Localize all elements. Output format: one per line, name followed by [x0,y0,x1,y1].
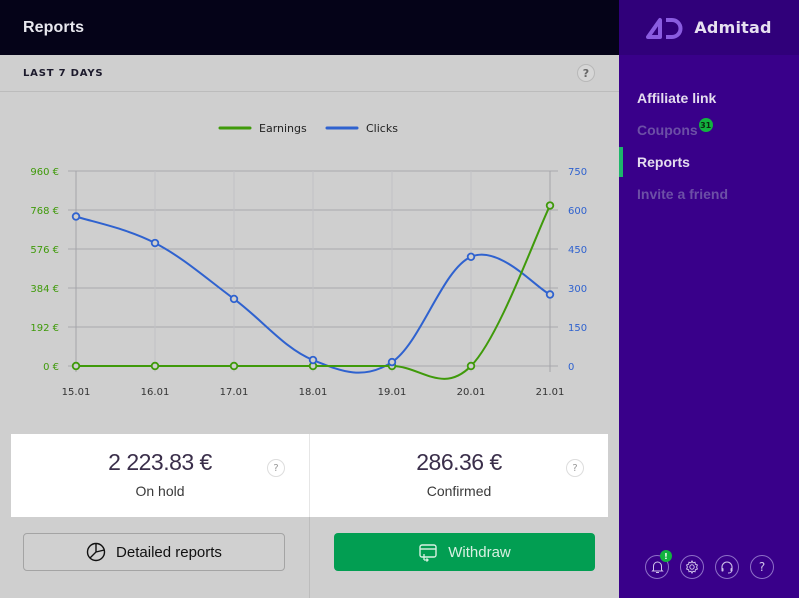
sidebar-item-affiliate-link[interactable]: Affiliate link [619,82,799,114]
y-right-tick-label: 600 [568,206,587,217]
chart-legend: Earnings Clicks [218,122,398,135]
period-label: LAST 7 DAYS [23,67,104,79]
x-tick-label: 19.01 [378,387,407,398]
data-point-clicks [150,238,160,248]
sidebar-item-coupons[interactable]: Coupons 31 [619,114,799,146]
y-right-tick-label: 750 [568,167,587,178]
data-point-clicks [387,357,397,367]
main-panel: Reports LAST 7 DAYS ? Earnings Clicks 0 €… [0,0,619,598]
y-left-tick-label: 768 € [30,206,59,217]
question-icon: ? [758,560,766,574]
withdraw-button[interactable]: Withdraw [334,533,595,571]
sidebar-item-invite-a-friend[interactable]: Invite a friend [619,178,799,210]
confirmed-card: 286.36 € Confirmed ? [309,434,608,517]
chart-svg: Earnings Clicks 0 € 192 € 384 € 576 € 768 € 96… [30,122,587,398]
confirmed-amount: 286.36 € [416,448,502,475]
support-button[interactable] [715,555,739,579]
on-hold-card: 2 223.83 € On hold ? [11,434,309,517]
y-right-tick-label: 450 [568,245,587,256]
sidebar-item-label: Coupons [637,122,698,138]
sidebar-item-label: Reports [637,154,690,170]
y-right-tick-label: 300 [568,284,587,295]
data-point-clicks [466,252,476,261]
sidebar-footer: ! ? [645,550,774,579]
y-left-tick-label: 384 € [30,284,59,295]
page-title: Reports [23,18,85,36]
y-left-tick-label: 960 € [30,167,59,178]
y-left-tick-label: 192 € [30,323,59,334]
question-icon[interactable]: ? [267,459,285,477]
detailed-reports-button[interactable]: Detailed reports [23,533,285,571]
period-bar: LAST 7 DAYS ? [0,55,619,92]
y-left-tick-label: 576 € [30,245,59,256]
coupons-count-badge: 31 [698,118,713,132]
sidebar: Admitad Affiliate link Coupons 31 Report… [619,0,799,598]
headset-icon [721,561,733,574]
on-hold-amount: 2 223.83 € [108,448,212,475]
sidebar-item-reports[interactable]: Reports [619,146,799,178]
chart-grid [68,170,558,372]
summary-cards: 2 223.83 € On hold ? 286.36 € Confirmed … [11,434,608,517]
question-icon[interactable]: ? [566,459,584,477]
data-point-clicks [545,290,555,299]
withdraw-icon [419,544,437,562]
x-tick-label: 17.01 [220,387,249,398]
data-point-earnings [150,361,160,371]
chart: Earnings Clicks 0 € 192 € 384 € 576 € 768 € 96… [0,93,619,433]
sidebar-item-label: Affiliate link [637,90,717,106]
detailed-reports-label: Detailed reports [116,543,222,561]
x-tick-label: 16.01 [141,387,170,398]
notifications-button[interactable]: ! [645,550,672,579]
top-bar: Reports [0,0,619,55]
withdraw-label: Withdraw [448,543,511,561]
settings-button[interactable] [680,555,704,579]
notification-badge: ! [660,550,672,562]
data-point-clicks [229,294,239,304]
bell-icon [650,561,664,573]
brand: Admitad [619,0,799,55]
x-tick-label: 20.01 [457,387,486,398]
sidebar-item-label: Invite a friend [637,186,729,202]
y-left-tick-label: 0 € [43,362,59,373]
admitad-logo-icon [646,17,683,39]
gear-icon [685,560,699,574]
data-point-earnings [71,361,81,371]
x-tick-label: 18.01 [299,387,328,398]
chart-axes: 0 € 192 € 384 € 576 € 768 € 960 € 0 150 300 450 60… [30,167,587,398]
legend-label: Clicks [366,122,398,135]
help-button[interactable]: ? [750,555,774,579]
legend-label: Earnings [259,122,307,135]
x-tick-label: 21.01 [536,387,565,398]
confirmed-label: Confirmed [426,482,492,499]
pie-chart-icon [86,542,106,562]
question-icon[interactable]: ? [577,64,595,82]
divider [309,517,310,598]
active-indicator [619,147,623,177]
data-point-clicks [71,212,81,221]
x-tick-label: 15.01 [62,387,91,398]
data-point-earnings [545,201,555,210]
data-point-earnings [466,361,476,371]
sidebar-nav: Affiliate link Coupons 31 Reports Invite… [619,55,799,210]
data-point-clicks [308,355,318,365]
on-hold-label: On hold [135,482,185,499]
brand-name: Admitad [694,18,772,37]
y-right-tick-label: 150 [568,323,587,334]
data-point-earnings [229,361,239,371]
y-right-tick-label: 0 [568,362,574,373]
